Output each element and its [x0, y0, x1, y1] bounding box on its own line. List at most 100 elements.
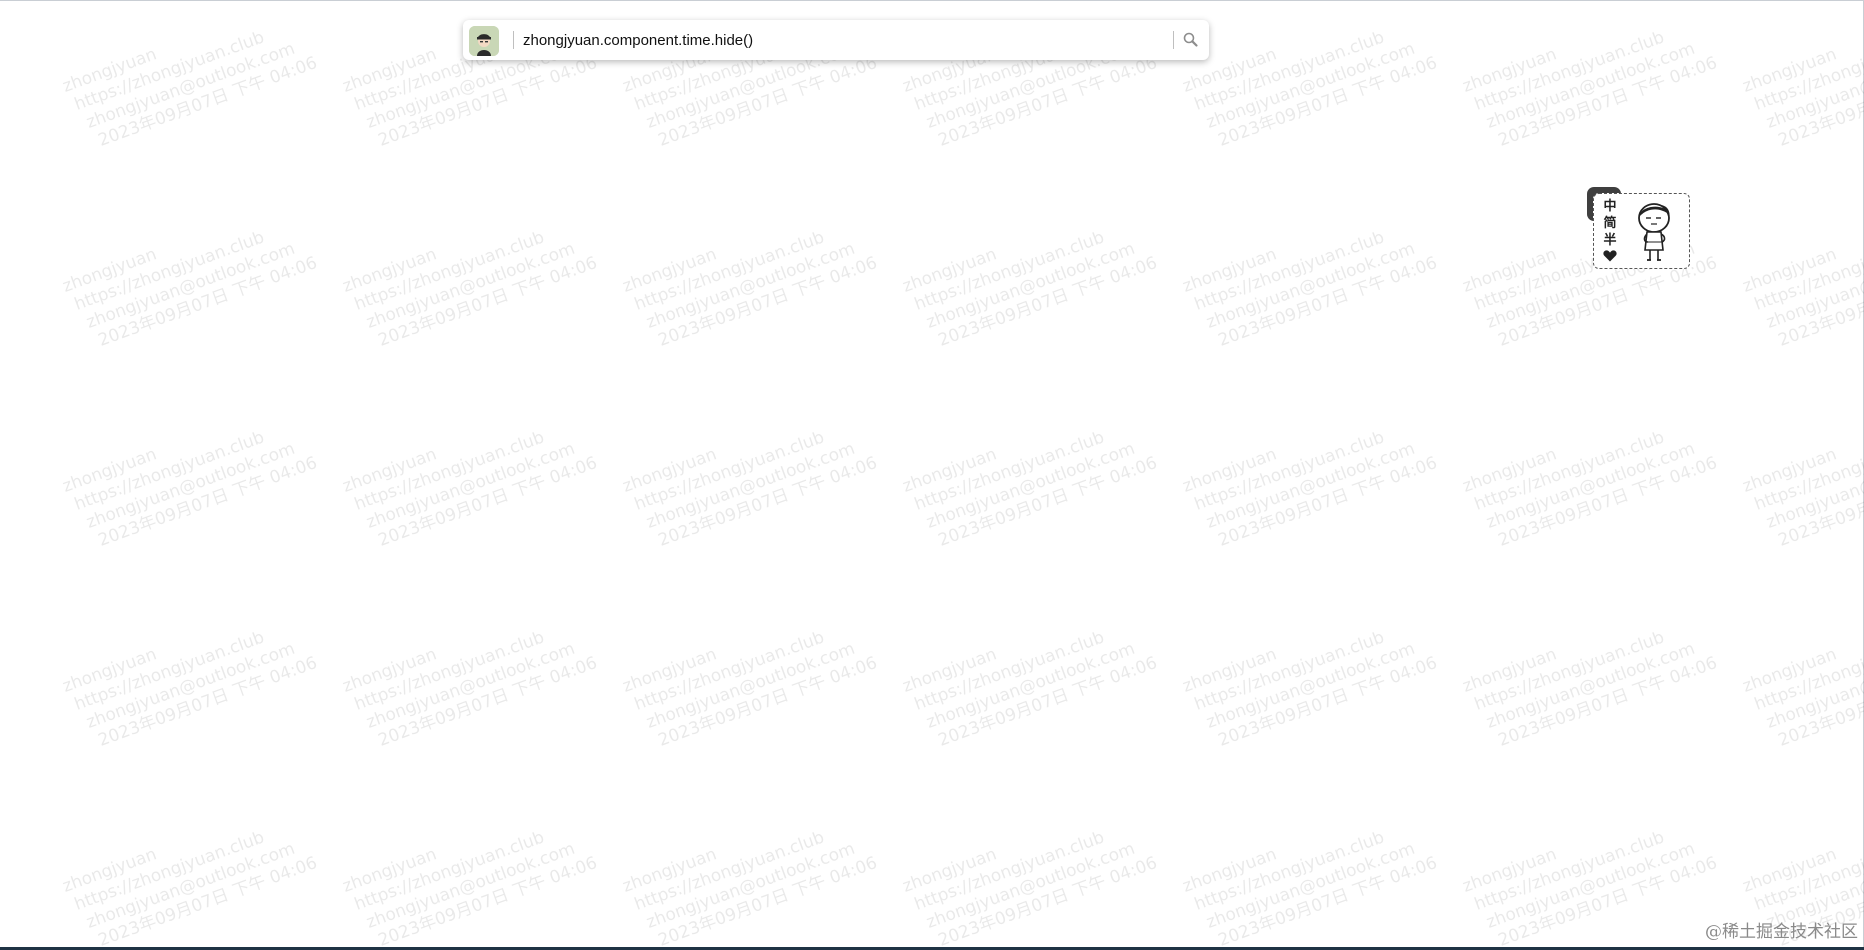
watermark-line: zhongjyuan@outlook.com [83, 38, 298, 133]
watermark-tile: zhongjyuan https://zhongjyuan.club zhongjy… [620, 394, 880, 557]
site-credit: @稀土掘金技术社区 [1705, 922, 1858, 942]
watermark-line: zhongjyuan@outlook.com [1203, 438, 1418, 533]
watermark-line: https://zhongjyuan.club [1751, 827, 1864, 915]
watermark-tile: zhongjyuan https://zhongjyuan.club zhongjy… [340, 194, 600, 357]
watermark-line: zhongjyuan@outlook.com [1203, 238, 1418, 333]
watermark-line: https://zhongjyuan.club [71, 427, 268, 515]
watermark-line: zhongjyuan [1740, 844, 1840, 897]
watermark-line: https://zhongjyuan.club [1191, 427, 1388, 515]
heart-icon[interactable] [1603, 250, 1617, 262]
watermark-line: zhongjyuan@outlook.com [1763, 438, 1864, 533]
watermark-line: zhongjyuan@outlook.com [1483, 38, 1698, 133]
watermark-line: https://zhongjyuan.club [71, 227, 268, 315]
watermark-line: 2023年09月07日 下午 04:06 [935, 252, 1160, 351]
watermark-line: zhongjyuan@outlook.com [363, 838, 578, 933]
watermark-line: 2023年09月07日 下午 04:06 [1215, 252, 1440, 351]
watermark-line: 2023年09月07日 下午 04:06 [1775, 253, 1864, 351]
watermark-line: https://zhongjyuan.club [1751, 627, 1864, 715]
watermark-line: zhongjyuan@outlook.com [363, 438, 578, 533]
search-input[interactable] [523, 28, 1123, 52]
watermark-line: https://zhongjyuan.club [1191, 227, 1388, 315]
watermark-line: 2023年09月07日 下午 04:06 [655, 852, 880, 950]
watermark-tile: zhongjyuan https://zhongjyuan.club zhongjy… [1460, 0, 1720, 157]
watermark-line: 2023年09月07日 下午 04:06 [375, 252, 600, 351]
watermark-line: https://zhongjyuan.club [631, 227, 828, 315]
watermark-line: 2023年09月07日 下午 04:06 [655, 252, 880, 351]
watermark-line: zhongjyuan@outlook.com [643, 438, 858, 533]
mascot-label-jian[interactable]: 简 [1603, 215, 1616, 232]
watermark-line: 2023年09月07日 下午 04:06 [95, 452, 320, 551]
watermark-line: https://zhongjyuan.club [631, 427, 828, 515]
watermark-line: https://zhongjyuan.club [351, 627, 548, 715]
watermark-line: 2023年09月07日 下午 04:06 [655, 452, 880, 551]
watermark-tile: zhongjyuan https://zhongjyuan.club zhongjy… [900, 794, 1160, 950]
watermark-line: https://zhongjyuan.club [911, 827, 1108, 915]
watermark-line: 2023年09月07日 下午 04:06 [1495, 852, 1720, 950]
watermark-line: 2023年09月07日 下午 04:06 [95, 252, 320, 351]
watermark-line: zhongjyuan@outlook.com [923, 838, 1138, 933]
watermark-line: 2023年09月07日 下午 04:06 [1775, 53, 1864, 151]
watermark-line: https://zhongjyuan.club [1471, 827, 1668, 915]
watermark-tile: zhongjyuan https://zhongjyuan.club zhongjy… [1460, 594, 1720, 757]
watermark-line: 2023年09月07日 下午 04:06 [655, 52, 880, 151]
watermark-line: zhongjyuan [620, 444, 720, 497]
watermark-tile: zhongjyuan https://zhongjyuan.club zhongjy… [1740, 0, 1864, 157]
watermark-line: zhongjyuan [340, 844, 440, 897]
watermark-line: zhongjyuan@outlook.com [1203, 38, 1418, 133]
magnifier-icon [1183, 32, 1198, 47]
search-button[interactable] [1181, 30, 1201, 50]
watermark-line: zhongjyuan@outlook.com [1203, 638, 1418, 733]
watermark-tile: zhongjyuan https://zhongjyuan.club zhongjy… [60, 0, 320, 157]
watermark-line: https://zhongjyuan.club [1471, 627, 1668, 715]
watermark-line: zhongjyuan@outlook.com [83, 438, 298, 533]
watermark-line: zhongjyuan@outlook.com [643, 638, 858, 733]
watermark-tile: zhongjyuan https://zhongjyuan.club zhongjy… [1740, 194, 1864, 357]
watermark-line: 2023年09月07日 下午 04:06 [1775, 453, 1864, 551]
watermark-line: https://zhongjyuan.club [1471, 27, 1668, 115]
watermark-line: 2023年09月07日 下午 04:06 [1495, 52, 1720, 151]
watermark-line: zhongjyuan@outlook.com [643, 238, 858, 333]
watermark-line: zhongjyuan@outlook.com [363, 238, 578, 333]
watermark-line: 2023年09月07日 下午 04:06 [1215, 852, 1440, 950]
watermark-tile: zhongjyuan https://zhongjyuan.club zhongjy… [620, 794, 880, 950]
watermark-line: zhongjyuan@outlook.com [83, 638, 298, 733]
watermark-line: 2023年09月07日 下午 04:06 [655, 652, 880, 751]
watermark-line: zhongjyuan [340, 644, 440, 697]
watermark-line: zhongjyuan [60, 844, 160, 897]
watermark-line: https://zhongjyuan.club [1751, 227, 1864, 315]
watermark-line: https://zhongjyuan.club [71, 827, 268, 915]
watermark-line: 2023年09月07日 下午 04:06 [1495, 652, 1720, 751]
watermark-line: 2023年09月07日 下午 04:06 [1775, 653, 1864, 751]
watermark-line: zhongjyuan [1460, 644, 1560, 697]
watermark-tile: zhongjyuan https://zhongjyuan.club zhongjy… [900, 194, 1160, 357]
watermark-line: https://zhongjyuan.club [631, 627, 828, 715]
watermark-tile: zhongjyuan https://zhongjyuan.club zhongjy… [1180, 0, 1440, 157]
mascot-label-zhong[interactable]: 中 [1603, 198, 1616, 215]
watermark-line: zhongjyuan@outlook.com [83, 838, 298, 933]
watermark-line: zhongjyuan [1180, 444, 1280, 497]
watermark-layer: zhongjyuan https://zhongjyuan.club zhongjy… [0, 0, 1864, 950]
watermark-tile: zhongjyuan https://zhongjyuan.club zhongjy… [1180, 394, 1440, 557]
watermark-line: zhongjyuan@outlook.com [83, 238, 298, 333]
desktop-page: zhongjyuan https://zhongjyuan.club zhongjy… [0, 0, 1864, 950]
watermark-line: https://zhongjyuan.club [351, 227, 548, 315]
watermark-line: zhongjyuan@outlook.com [923, 638, 1138, 733]
watermark-line: 2023年09月07日 下午 04:06 [95, 652, 320, 751]
watermark-line: zhongjyuan [900, 644, 1000, 697]
mascot-label-ban[interactable]: 半 [1603, 232, 1616, 249]
watermark-line: zhongjyuan [1180, 244, 1280, 297]
watermark-line: zhongjyuan@outlook.com [643, 838, 858, 933]
mascot-widget[interactable]: 中 简 半 [1593, 193, 1690, 269]
watermark-line: 2023年09月07日 下午 04:06 [375, 652, 600, 751]
watermark-line: https://zhongjyuan.club [911, 227, 1108, 315]
watermark-line: zhongjyuan [1460, 844, 1560, 897]
watermark-line: zhongjyuan [60, 44, 160, 97]
watermark-tile: zhongjyuan https://zhongjyuan.club zhongjy… [340, 794, 600, 950]
watermark-line: https://zhongjyuan.club [351, 427, 548, 515]
watermark-line: zhongjyuan@outlook.com [1483, 438, 1698, 533]
watermark-line: 2023年09月07日 下午 04:06 [935, 52, 1160, 151]
user-avatar-icon[interactable] [469, 26, 499, 56]
watermark-line: zhongjyuan@outlook.com [1203, 838, 1418, 933]
watermark-line: zhongjyuan [60, 644, 160, 697]
watermark-line: zhongjyuan [1740, 644, 1840, 697]
